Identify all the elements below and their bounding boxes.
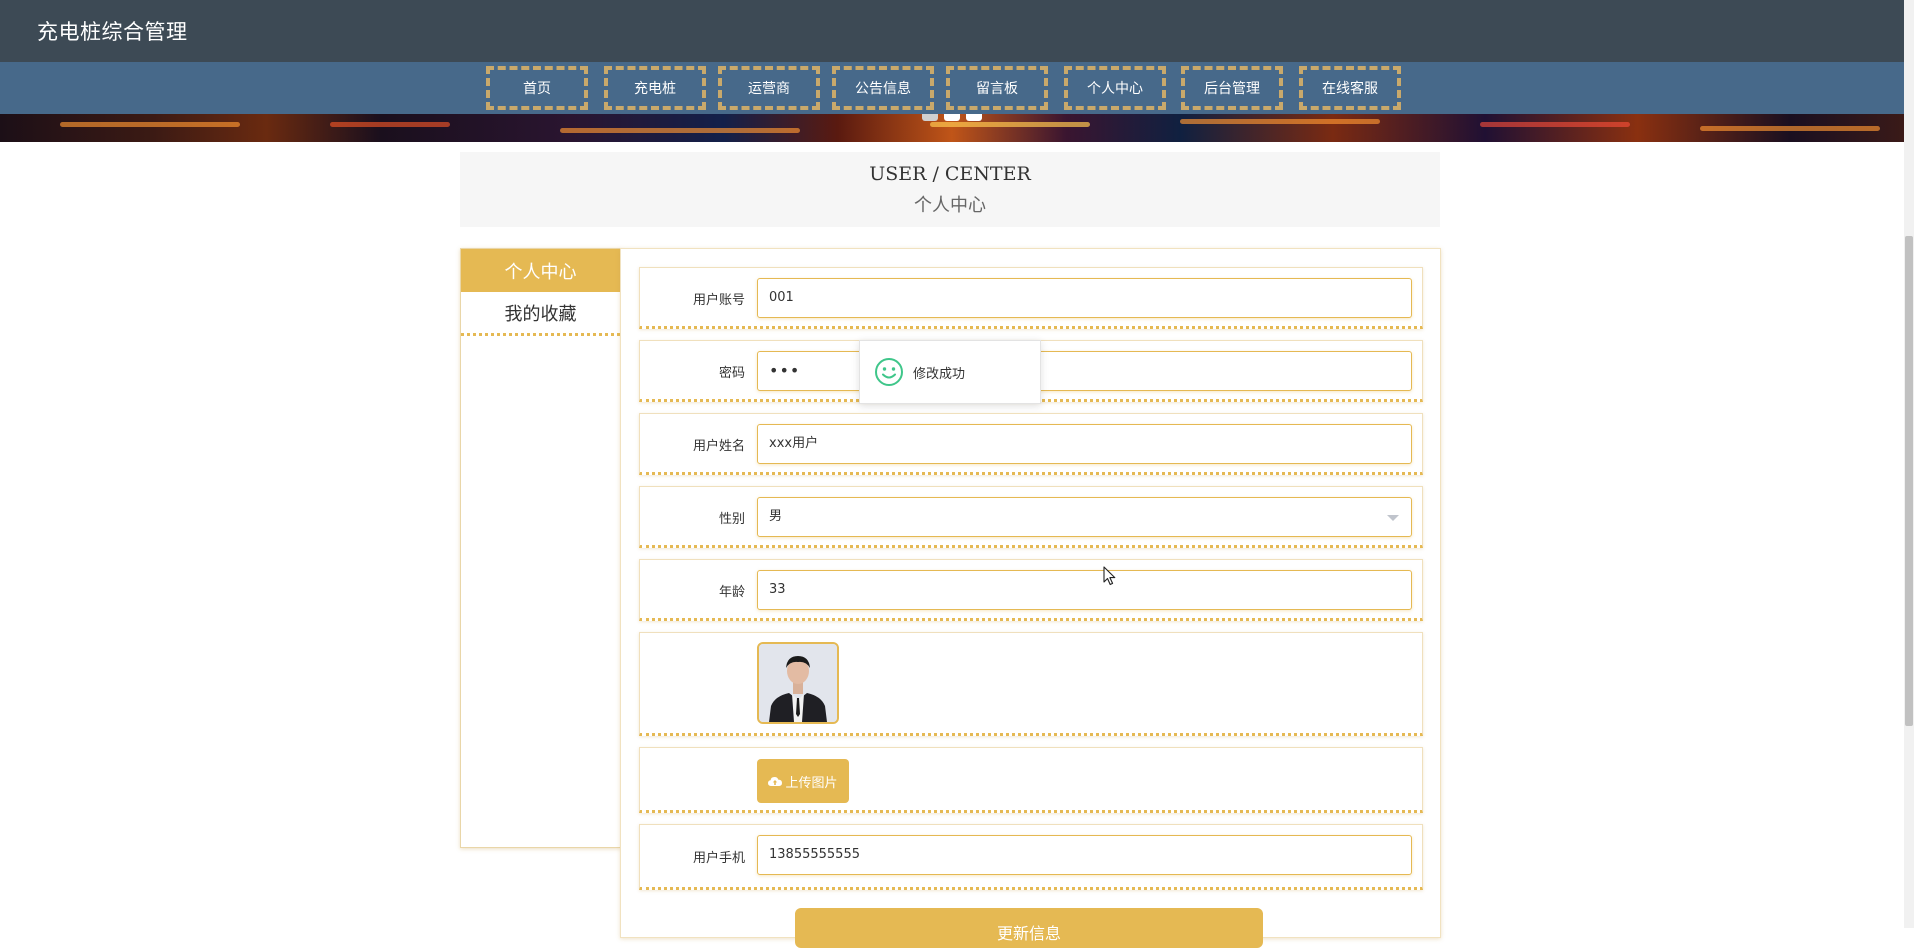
avatar-image[interactable] (757, 642, 839, 724)
sidebar-item-favorites[interactable]: 我的收藏 (461, 292, 620, 336)
gender-value: 男 (769, 509, 783, 524)
page-scrollbar[interactable] (1904, 0, 1914, 928)
upload-button-label: 上传图片 (785, 775, 838, 791)
form-row-upload: 上传图片 (639, 747, 1423, 813)
avatar-photo-icon (759, 644, 837, 722)
heading-english: USER / CENTER (869, 163, 1031, 185)
nav-item-chargers[interactable]: 充电桩 (604, 66, 706, 110)
nav-item-message-board[interactable]: 留言板 (946, 66, 1048, 110)
name-label: 用户姓名 (692, 439, 745, 454)
nav-item-operators[interactable]: 运营商 (718, 66, 820, 110)
chevron-down-icon (1387, 515, 1399, 521)
age-input[interactable]: 33 (757, 570, 1412, 610)
nav-item-admin[interactable]: 后台管理 (1181, 66, 1283, 110)
carousel-dot[interactable] (922, 114, 938, 121)
form-row-gender: 性别 男 (639, 486, 1423, 548)
age-label: 年龄 (718, 585, 745, 600)
phone-label: 用户手机 (692, 851, 745, 866)
toast-message: 修改成功 (913, 366, 966, 382)
update-info-button[interactable]: 更新信息 (795, 908, 1263, 948)
account-label: 用户账号 (692, 293, 745, 308)
form-row-phone: 用户手机 13855555555 (639, 824, 1423, 890)
carousel-dot[interactable] (944, 114, 960, 121)
upload-image-button[interactable]: 上传图片 (757, 759, 849, 803)
form-row-avatar (639, 632, 1423, 736)
phone-input[interactable]: 13855555555 (757, 835, 1412, 875)
smile-icon (875, 358, 903, 386)
top-header: 充电桩综合管理 (0, 0, 1904, 62)
sidebar: 个人中心 我的收藏 (460, 248, 621, 848)
form-row-account: 用户账号 001 (639, 267, 1423, 329)
password-input[interactable]: ••• (757, 351, 1412, 391)
nav-item-announcements[interactable]: 公告信息 (832, 66, 934, 110)
password-label: 密码 (718, 366, 745, 381)
main-nav: 首页 充电桩 运营商 公告信息 留言板 个人中心 后台管理 在线客服 (0, 62, 1904, 114)
section-heading: USER / CENTER 个人中心 (460, 152, 1440, 227)
form-row-age: 年龄 33 (639, 559, 1423, 621)
scrollbar-thumb[interactable] (1905, 236, 1913, 726)
account-input[interactable]: 001 (757, 278, 1412, 318)
site-title: 充电桩综合管理 (37, 20, 188, 44)
gender-label: 性别 (718, 512, 745, 527)
mouse-cursor-icon (1103, 566, 1116, 586)
nav-item-user-center[interactable]: 个人中心 (1064, 66, 1166, 110)
nav-item-home[interactable]: 首页 (486, 66, 588, 110)
update-button-label: 更新信息 (996, 924, 1061, 943)
gender-select[interactable]: 男 (757, 497, 1412, 537)
form-row-name: 用户姓名 xxx用户 (639, 413, 1423, 475)
nav-item-online-service[interactable]: 在线客服 (1299, 66, 1401, 110)
cloud-upload-icon (768, 777, 783, 786)
name-input[interactable]: xxx用户 (757, 424, 1412, 464)
heading-chinese: 个人中心 (914, 195, 986, 216)
sidebar-item-user-center[interactable]: 个人中心 (461, 249, 620, 292)
carousel-dot[interactable] (966, 114, 982, 121)
success-toast: 修改成功 (859, 340, 1041, 404)
